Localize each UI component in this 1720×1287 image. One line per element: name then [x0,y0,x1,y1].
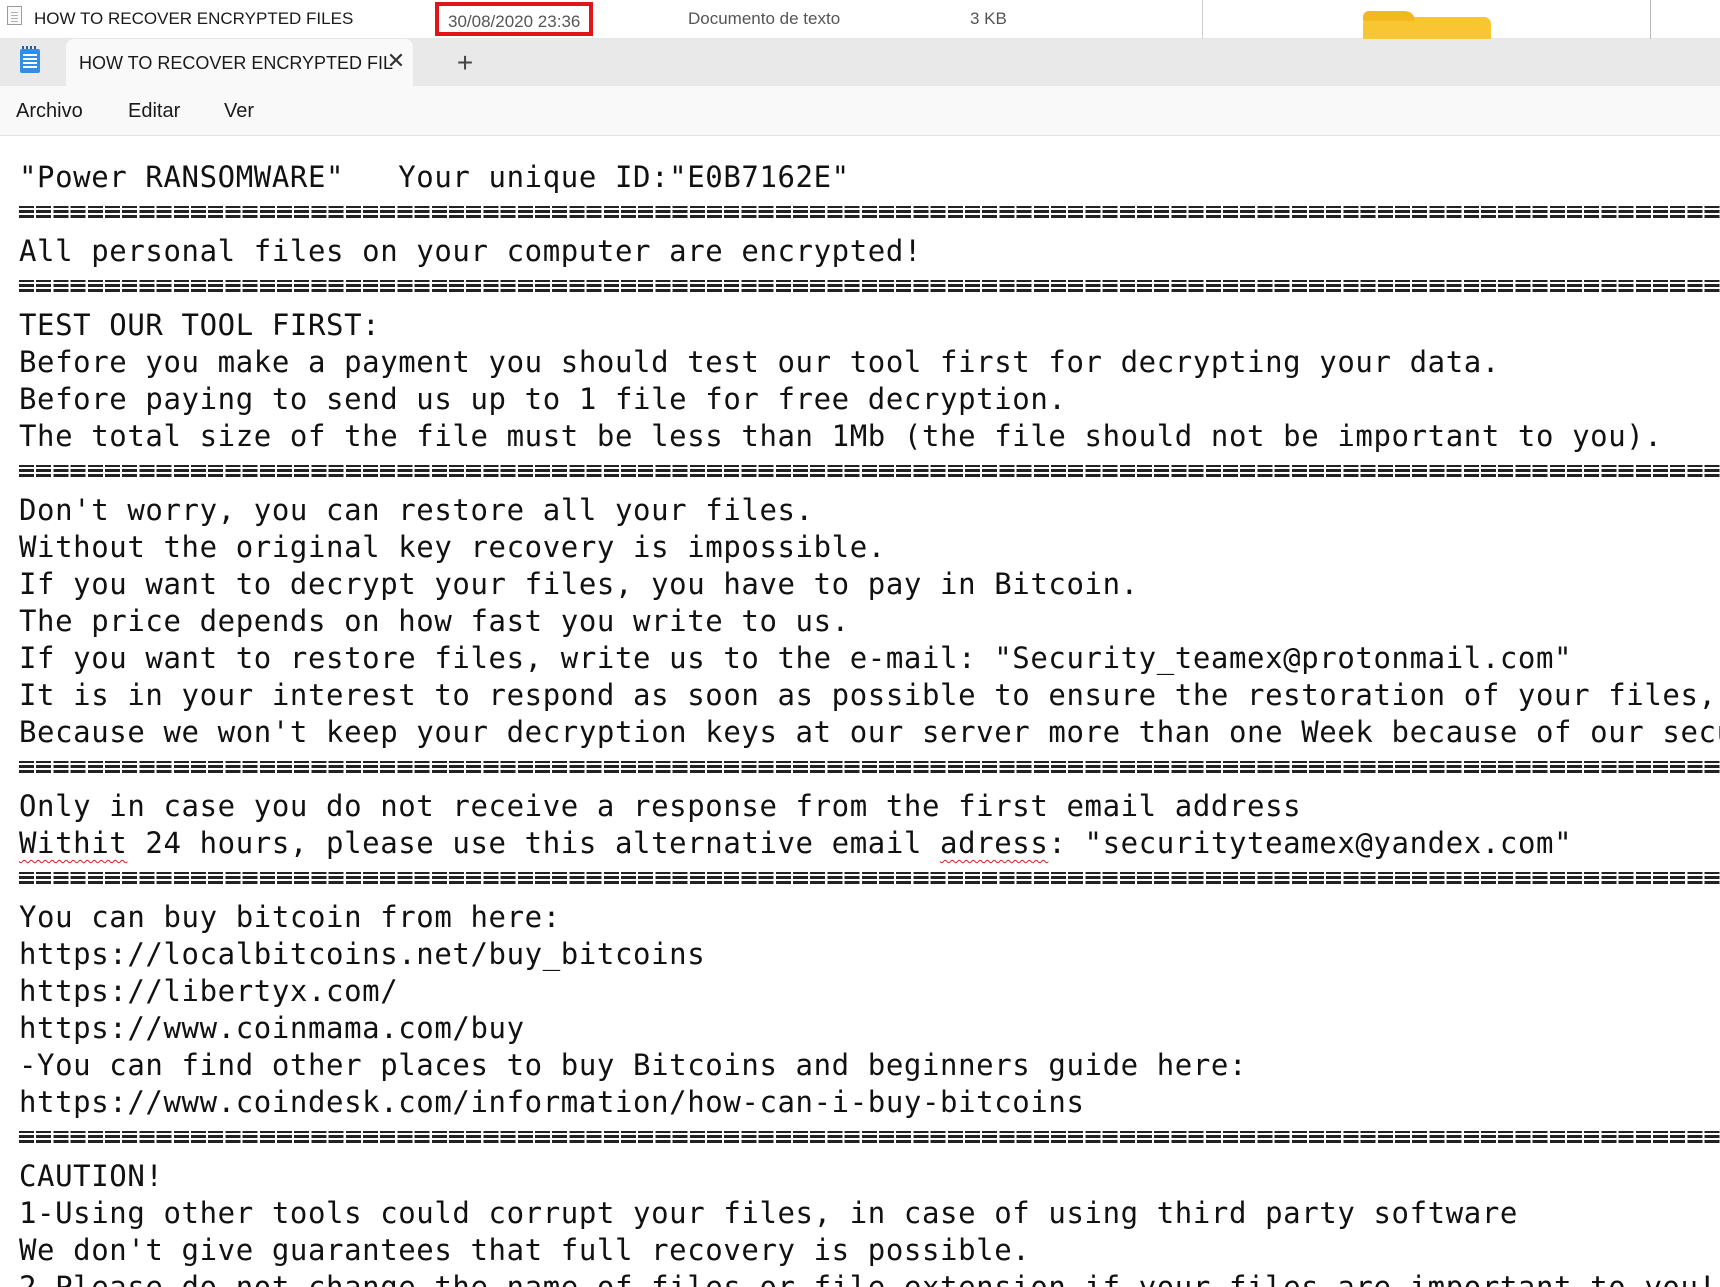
separator-line [19,280,1720,292]
explorer-pane-divider[interactable] [1650,0,1651,39]
note-line-part: : "securityteamex@yandex.com" [1048,826,1573,860]
text-file-icon [7,6,22,25]
tab-document[interactable]: HOW TO RECOVER ENCRYPTED FIL ✕ [66,39,413,86]
separator-line [19,872,1720,884]
menu-editar[interactable]: Editar [128,100,180,123]
explorer-file-name[interactable]: HOW TO RECOVER ENCRYPTED FILES [34,9,353,29]
separator-line [19,465,1720,477]
note-line: If you want to restore files, write us t… [19,641,1573,675]
note-line: Before paying to send us up to 1 file fo… [19,382,1067,416]
misspelled-word: Withit [19,826,128,860]
note-line: -You can find other places to buy Bitcoi… [19,1048,1248,1082]
note-line: You can buy bitcoin from here: [19,900,561,934]
explorer-file-size: 3 KB [970,9,1007,28]
note-line: The total size of the file must be less … [19,419,1663,453]
misspelled-word: adress [940,826,1049,860]
note-line: CAUTION! [19,1159,164,1193]
note-line: If you want to decrypt your files, you h… [19,567,1139,601]
note-line: 1-Using other tools could corrupt your f… [19,1196,1518,1230]
note-line: Withit 24 hours, please use this alterna… [19,825,1572,862]
folder-icon[interactable] [1363,11,1491,39]
note-line: Because we won't keep your decryption ke… [19,715,1720,749]
note-line: https://libertyx.com/ [19,974,399,1008]
explorer-column-divider [1202,0,1203,39]
menu-archivo[interactable]: Archivo [16,100,83,123]
note-line: TEST OUR TOOL FIRST: [19,308,381,342]
note-line: All personal files on your computer are … [19,234,922,268]
note-line: "Power RANSOMWARE" Your unique ID:"E0B71… [19,160,850,194]
tab-close-icon[interactable]: ✕ [384,49,408,73]
note-line: The price depends on how fast you write … [19,604,850,638]
explorer-modified-date: 30/08/2020 23:36 [435,2,594,36]
tab-title: HOW TO RECOVER ENCRYPTED FIL [79,53,394,73]
note-line: Only in case you do not receive a respon… [19,789,1302,823]
separator-line [19,206,1720,218]
note-line: https://www.coinmama.com/buy [19,1011,525,1045]
note-line: Without the original key recovery is imp… [19,530,886,564]
separator-line [19,1131,1720,1143]
note-line-part: 24 hours, please use this alternative em… [127,826,941,860]
note-line: It is in your interest to respond as soo… [19,678,1717,712]
explorer-file-row[interactable]: HOW TO RECOVER ENCRYPTED FILES 30/08/202… [0,0,1720,39]
notepad-icon [20,46,40,73]
separator-line [19,761,1720,773]
note-line: Before you make a payment you should tes… [19,345,1500,379]
note-line: https://www.coindesk.com/information/how… [19,1085,1085,1119]
new-tab-button[interactable]: + [450,48,480,78]
menu-bar: Archivo Editar Ver [0,86,1720,136]
note-line: We don't give guarantees that full recov… [19,1233,1031,1267]
text-editor[interactable]: "Power RANSOMWARE" Your unique ID:"E0B71… [0,137,1720,1287]
note-line: Don't worry, you can restore all your fi… [19,493,814,527]
menu-ver[interactable]: Ver [224,100,254,123]
note-line: https://localbitcoins.net/buy_bitcoins [19,937,706,971]
note-line: 2-Please do not change the name of files… [19,1270,1717,1287]
explorer-file-type: Documento de texto [688,9,841,28]
